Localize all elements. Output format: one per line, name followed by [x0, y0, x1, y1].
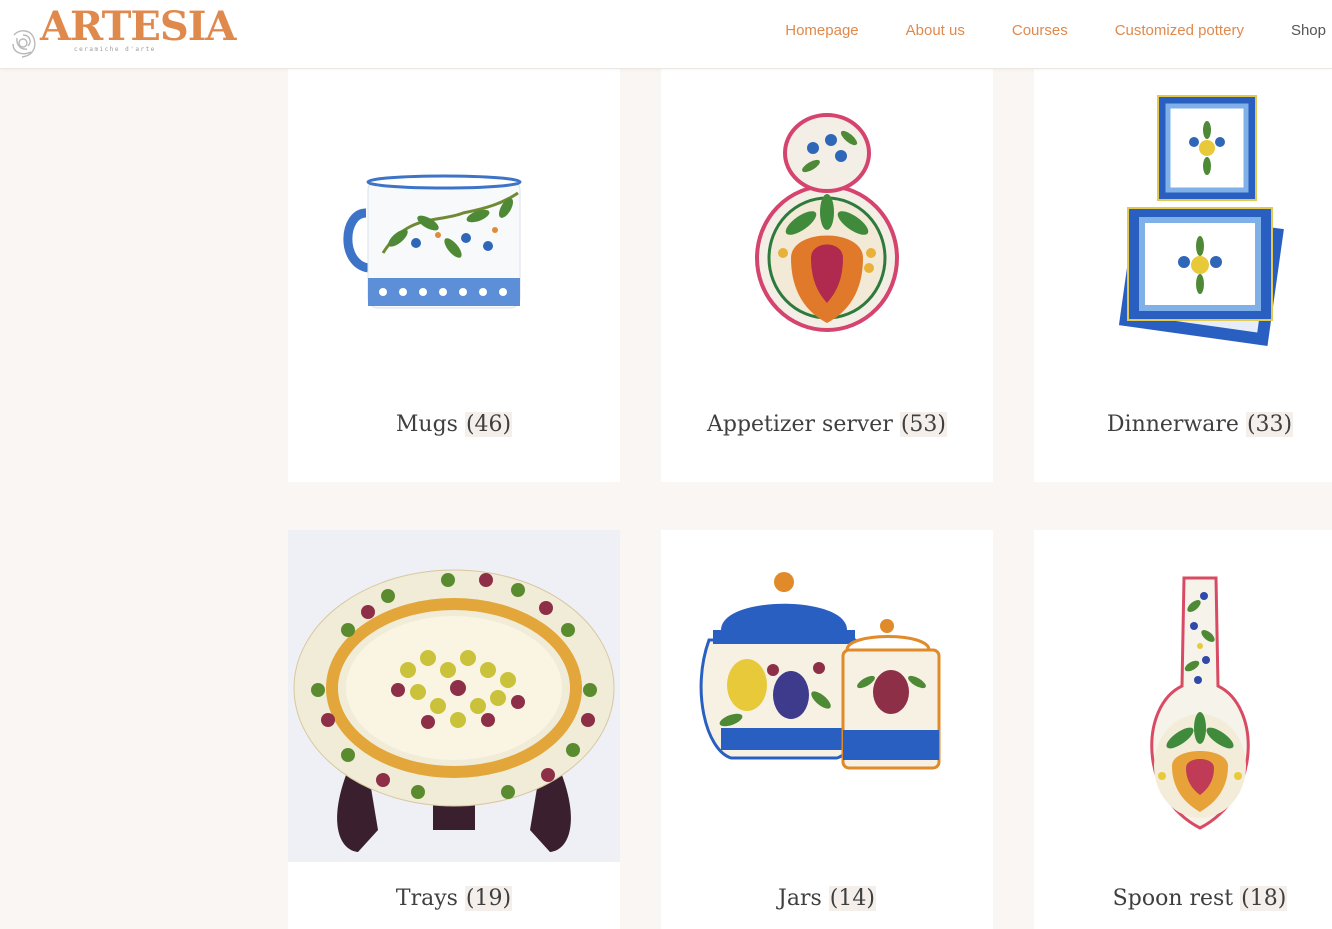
nav-customized-pottery[interactable]: Customized pottery	[1115, 20, 1244, 42]
nav-about-us[interactable]: About us	[906, 20, 965, 42]
category-card-appetizer-server[interactable]: Appetizer server (53)	[661, 68, 993, 482]
dinnerware-image	[1118, 95, 1284, 347]
category-name: Dinnerware	[1106, 412, 1239, 437]
category-label[interactable]: Appetizer server (53)	[661, 412, 993, 437]
category-name: Jars	[778, 886, 822, 911]
category-name: Mugs	[395, 412, 458, 437]
logo[interactable]: ARTESIA ceramiche d'arte	[4, 4, 236, 62]
category-name: Spoon rest	[1112, 886, 1234, 911]
category-card-mugs[interactable]: Mugs (46)	[288, 68, 620, 482]
category-label[interactable]: Spoon rest (18)	[1034, 886, 1332, 911]
category-count: (19)	[464, 886, 513, 911]
nav-shop[interactable]: Shop	[1291, 20, 1326, 42]
category-name: Trays	[395, 886, 458, 911]
mug-image	[343, 174, 522, 309]
category-count: (33)	[1245, 412, 1294, 437]
category-card-jars[interactable]: Jars (14)	[661, 530, 993, 929]
tray-image	[288, 530, 620, 862]
category-card-spoon-rest[interactable]: Spoon rest (18)	[1034, 530, 1332, 929]
category-label[interactable]: Trays (19)	[288, 886, 620, 911]
spoon-rest-image	[1150, 576, 1250, 830]
category-label[interactable]: Mugs (46)	[288, 412, 620, 437]
category-name: Appetizer server	[706, 412, 893, 437]
logo-wordmark: ARTESIA	[40, 3, 236, 50]
category-card-dinnerware[interactable]: Dinnerware (33)	[1034, 68, 1332, 482]
rose-icon	[12, 30, 36, 58]
main-nav: Homepage About us Courses Customized pot…	[738, 20, 1326, 42]
logo-tagline: ceramiche d'arte	[74, 46, 156, 53]
category-count: (14)	[828, 886, 876, 911]
site-header: ARTESIA ceramiche d'arte Homepage About …	[0, 0, 1332, 69]
appetizer-server-image	[755, 113, 899, 332]
category-label[interactable]: Dinnerware (33)	[1034, 412, 1332, 437]
category-card-trays[interactable]: Trays (19)	[288, 530, 620, 929]
category-count: (53)	[899, 412, 948, 437]
category-label[interactable]: Jars (14)	[661, 886, 993, 911]
category-count: (46)	[464, 412, 513, 437]
nav-courses[interactable]: Courses	[1012, 20, 1068, 42]
jars-image	[699, 572, 941, 770]
nav-homepage[interactable]: Homepage	[785, 20, 858, 42]
category-count: (18)	[1240, 886, 1288, 911]
